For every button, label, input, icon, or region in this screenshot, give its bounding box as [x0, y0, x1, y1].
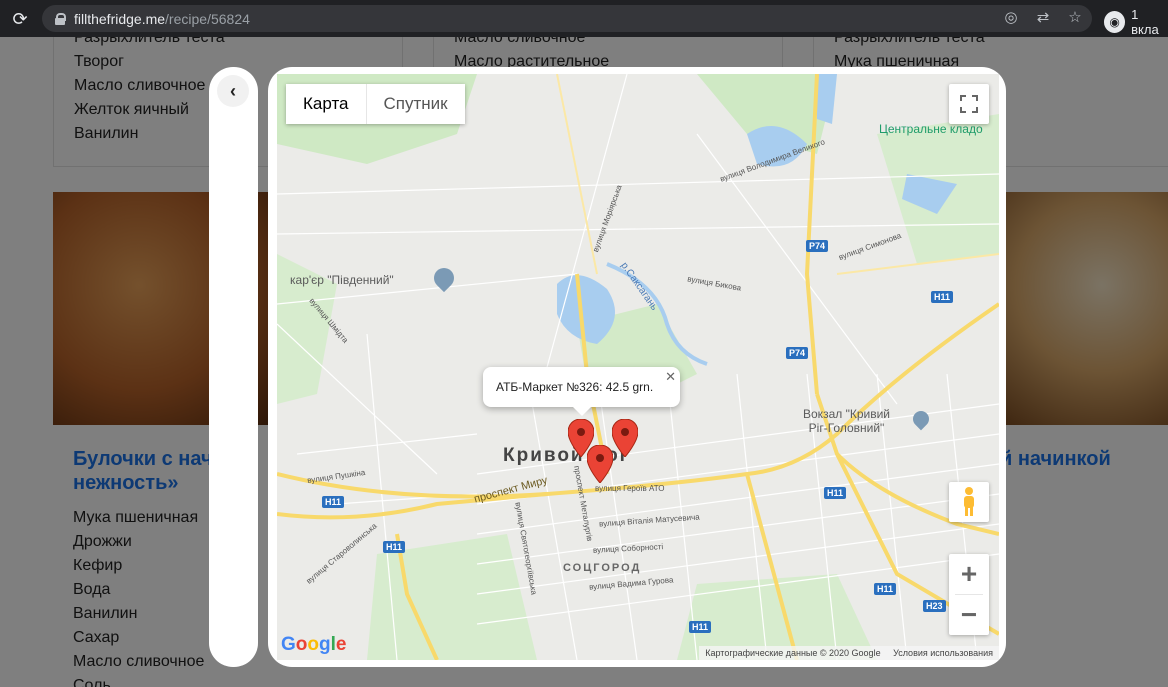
place-label-station[interactable]: Вокзал "Кривий Ріг-Головний"	[803, 407, 890, 435]
terms-link[interactable]: Условия использования	[893, 648, 993, 658]
modal-side-panel: ‹	[209, 67, 258, 667]
minus-icon: −	[960, 599, 978, 630]
star-icon[interactable]: ☆	[1066, 9, 1084, 27]
road-tag: H11	[931, 291, 954, 303]
map-marker-pin[interactable]	[587, 445, 613, 483]
road-tag: H23	[923, 600, 946, 612]
road-tag: H11	[383, 541, 406, 553]
incognito-profile[interactable]: ◉ 1 вкла	[1104, 7, 1168, 37]
reload-icon[interactable]: ⟳	[10, 9, 30, 29]
translate-icon[interactable]: ⇄	[1034, 9, 1052, 27]
tab-satellite[interactable]: Спутник	[365, 84, 465, 124]
tab-map[interactable]: Карта	[286, 84, 366, 124]
plus-icon: +	[960, 558, 978, 589]
url-host: fillthefridge.me	[74, 10, 166, 27]
browser-toolbar: ⟳ fillthefridge.me/recipe/56824 ◎ ⇄ ☆ ◉ …	[0, 0, 1168, 37]
map-attribution: Картографические данные © 2020 Google Ус…	[699, 646, 999, 660]
street-label: вулиця Героїв АТО	[595, 484, 665, 493]
close-icon[interactable]: ✕	[665, 369, 676, 385]
road-tag: H11	[874, 583, 897, 595]
map-view[interactable]: кар'єр "Південний" Вокзал "Кривий Ріг-Го…	[277, 74, 999, 660]
place-label-cemetery[interactable]: Центральне кладо	[879, 122, 983, 136]
place-label-quarry[interactable]: кар'єр "Південний"	[290, 273, 394, 287]
address-bar[interactable]: fillthefridge.me/recipe/56824 ◎ ⇄ ☆	[42, 5, 1092, 32]
district-label: СОЦГОРОД	[563, 562, 642, 574]
google-logo: Google	[281, 634, 347, 655]
profile-label: 1 вкла	[1131, 7, 1159, 37]
attribution-text: Картографические данные © 2020 Google	[705, 648, 881, 658]
map-marker-pin[interactable]	[612, 419, 638, 457]
zoom-out-button[interactable]: −	[949, 595, 989, 635]
zoom-control: + −	[949, 554, 989, 635]
pegman-icon	[964, 487, 974, 516]
road-tag: H11	[689, 621, 712, 633]
map-info-window: АТБ-Маркет №326: 42.5 grn. ✕	[483, 367, 680, 416]
zoom-in-button[interactable]: +	[949, 554, 989, 594]
map-type-control: Карта Спутник	[286, 84, 465, 124]
street-view-button[interactable]	[949, 482, 989, 522]
incognito-icon: ◉	[1104, 11, 1126, 33]
chevron-left-icon: ‹	[230, 81, 236, 101]
fullscreen-button[interactable]	[949, 84, 989, 124]
road-tag: H11	[322, 496, 345, 508]
location-icon[interactable]: ◎	[1002, 9, 1020, 27]
road-tag: P74	[786, 347, 809, 359]
info-window-text: АТБ-Маркет №326: 42.5 grn.	[496, 380, 654, 394]
lock-icon[interactable]	[54, 12, 66, 25]
road-tag: H11	[824, 487, 847, 499]
url-path: /recipe/56824	[165, 10, 250, 27]
back-button[interactable]: ‹	[217, 75, 249, 107]
road-tag: P74	[806, 240, 829, 252]
